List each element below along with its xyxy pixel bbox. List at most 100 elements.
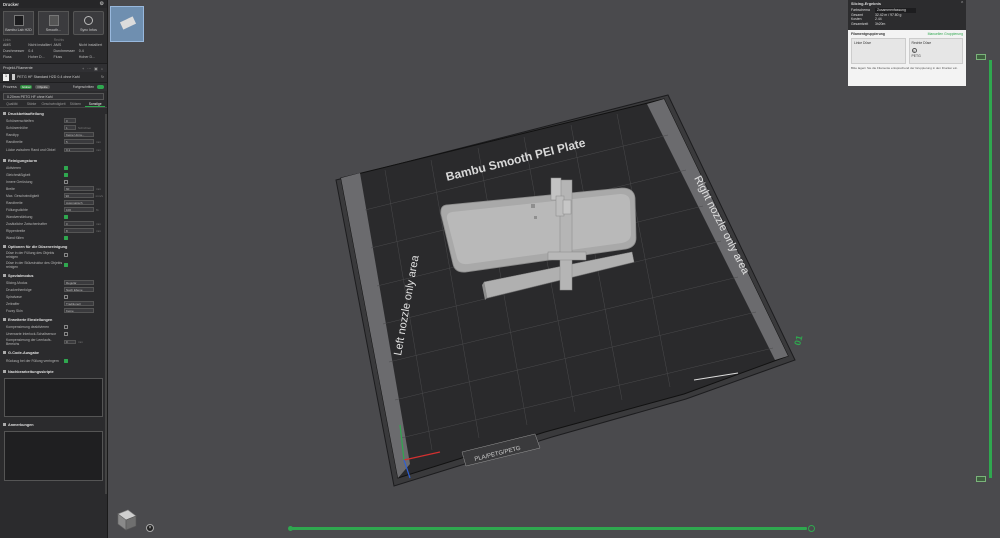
filament-item[interactable]: 1 PETG HF Standard H2D 0.4 ohne Kahl ↻: [0, 72, 107, 82]
wall-reinforce-checkbox[interactable]: [64, 214, 68, 219]
infill-density-input[interactable]: 100: [64, 207, 94, 212]
tab-quality[interactable]: Qualität: [2, 102, 22, 107]
uniformity-checkbox[interactable]: [64, 172, 68, 177]
manual-grouping-link[interactable]: Manuellen Gruppierung: [928, 32, 963, 36]
process-tabs: Qualität Stärke Geschwindigkeit Stützen …: [0, 102, 107, 108]
filament-section-header[interactable]: Projekt-Filamente + ⋯ ▣ ⌂: [0, 63, 107, 72]
filament-color-swatch[interactable]: [12, 74, 15, 80]
sync-icon: [84, 16, 93, 25]
flow-value-left[interactable]: Hoher D...: [28, 55, 53, 59]
result-row: Gesamtzeit 3h20m: [851, 22, 963, 27]
interlock-checkbox[interactable]: [64, 331, 68, 336]
purge-support-checkbox[interactable]: [64, 263, 68, 267]
collapse-icon[interactable]: ⌃: [960, 1, 964, 7]
diameter-label-right: Durchmesser: [53, 49, 75, 53]
filament-material: PETG: [911, 54, 921, 58]
spiral-vase-checkbox[interactable]: [64, 294, 68, 299]
gear-icon[interactable]: ⚙: [100, 1, 104, 7]
width-input[interactable]: 60: [64, 186, 94, 191]
diameter-value-left[interactable]: 0.4: [28, 49, 53, 53]
setting-label: Kompensierung der Leerlaufs-Bereichs: [6, 338, 52, 346]
timelapse-select[interactable]: Traditionell: [64, 301, 94, 306]
thumbnail-object: [119, 16, 137, 30]
result-summary: Slicing-Ergebnis Farbschema Zusammenfassu…: [848, 0, 966, 30]
group-gcode-output: G-Code-Ausgabe: [0, 349, 107, 356]
setting-label: Rippenbreite: [6, 228, 26, 233]
diameter-label-left: Durchmesser: [3, 49, 25, 53]
purge-infill-checkbox[interactable]: [64, 253, 68, 257]
setting-row: Wand füllen: [0, 234, 107, 241]
layer-slider-bottom-handle[interactable]: [976, 476, 986, 482]
view-cube-icon[interactable]: [114, 506, 138, 532]
tab-support[interactable]: Stützen: [66, 102, 86, 107]
layer-slider-top-handle[interactable]: [976, 54, 986, 60]
rib-width-input[interactable]: 8: [64, 228, 94, 233]
setting-label: Düse in der Stützstruktur des Objekts re…: [6, 261, 63, 269]
setting-row: Innere Gerüstung: [0, 178, 107, 185]
brim-gap-input[interactable]: 0.1: [64, 147, 94, 153]
extra-spacing-input[interactable]: 0: [64, 221, 94, 226]
print-sequence-select[interactable]: Nach Ebene: [64, 287, 94, 292]
group-title: Spezialmodus: [8, 273, 34, 278]
skirt-height-input[interactable]: 1: [64, 125, 76, 130]
move-slider-handle[interactable]: [808, 525, 815, 532]
tab-speed[interactable]: Geschwindigkeit: [42, 102, 66, 107]
refresh-icon[interactable]: ↻: [101, 75, 104, 79]
printer-name: Bambu Lab H2D: [5, 28, 32, 32]
unit-label: mm: [96, 186, 101, 191]
ams-value-left[interactable]: Nicht installiert: [28, 43, 53, 47]
post-processing-textarea[interactable]: [4, 378, 103, 417]
group-title: Optionen für die Düsenreinigung: [8, 244, 68, 249]
sync-info-button[interactable]: Sync Infos: [73, 11, 104, 35]
fill-wall-checkbox[interactable]: [64, 235, 68, 240]
left-scrollbar[interactable]: [105, 114, 107, 494]
plate-thumbnail[interactable]: [110, 6, 144, 42]
printer-card[interactable]: Bambu Lab H2D: [3, 11, 34, 35]
filament-actions-icon[interactable]: + ⋯ ▣ ⌂: [82, 66, 104, 71]
setting-row: Unerwarte Interlock-Schaltsensor: [0, 330, 107, 337]
diameter-value-right[interactable]: 0.4: [79, 49, 104, 53]
process-preset-select[interactable]: 0.20mm PETG HF ohne Kahl: [3, 93, 104, 100]
close-icon[interactable]: ×: [146, 524, 154, 532]
skirt-loops-input[interactable]: 0: [64, 118, 76, 123]
preset-name: 0.20mm PETG HF ohne Kahl: [7, 94, 53, 99]
setting-label: Unerwarte Interlock-Schaltsensor: [6, 331, 57, 336]
unit-label: mm/s: [95, 193, 103, 198]
tab-strength[interactable]: Stärke: [22, 102, 42, 107]
inner-frame-checkbox[interactable]: [64, 179, 68, 184]
compensation-checkbox[interactable]: [64, 324, 68, 329]
unit-label: mm: [96, 139, 101, 144]
layer-slider[interactable]: [989, 60, 992, 478]
ams-label-left: AMS: [3, 43, 11, 47]
unit-label: %: [96, 207, 99, 212]
notes-textarea[interactable]: [4, 431, 103, 481]
result-label: Gesamtzeit: [851, 21, 869, 26]
advanced-toggle[interactable]: [97, 85, 104, 89]
fuzzy-skin-select[interactable]: Keine: [64, 308, 94, 313]
move-slider[interactable]: [291, 527, 807, 530]
plate-type-card[interactable]: Smooth...: [38, 11, 69, 35]
brim-width-input[interactable]: 5: [64, 139, 94, 144]
filament-slot-number: 1: [911, 48, 917, 53]
right-nozzle-caption: Rechts: [53, 38, 64, 42]
ams-value-right[interactable]: Nicht installiert: [79, 43, 104, 47]
setting-row: Schürzenhöhe 1 Schichten: [0, 124, 107, 131]
slicing-mode-select[interactable]: Regulär: [64, 280, 94, 285]
setting-label: Wand füllen: [6, 235, 24, 240]
compensation-input[interactable]: 0: [64, 339, 76, 345]
filament-name[interactable]: PETG HF Standard H2D 0.4 ohne Kahl: [17, 75, 80, 79]
group-notes: Anmerkungen: [0, 421, 107, 428]
brim-type-select[interactable]: Keine Umra...: [64, 132, 94, 137]
left-nozzle-caption: Links: [3, 38, 11, 42]
printer-section-header[interactable]: Drucker ⚙: [0, 0, 107, 8]
global-toggle[interactable]: Global: [19, 85, 33, 89]
objects-toggle[interactable]: Objekte: [35, 85, 50, 89]
flow-value-right[interactable]: Hoher D...: [79, 55, 104, 59]
brim-width-select[interactable]: Automatisch: [64, 200, 94, 205]
reduce-retraction-checkbox[interactable]: [64, 359, 68, 363]
setting-label: Düse in der Füllung des Objekts reinigen: [6, 251, 55, 259]
tab-other[interactable]: Sonstige: [85, 102, 106, 107]
enable-checkbox[interactable]: [64, 165, 68, 170]
max-speed-input[interactable]: 90: [63, 193, 94, 198]
group-icon: [3, 112, 6, 115]
